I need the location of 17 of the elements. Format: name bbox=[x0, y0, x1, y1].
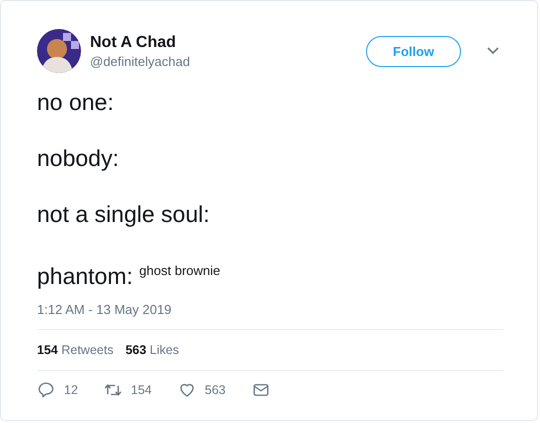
stat-link[interactable]: 563 Likes bbox=[125, 343, 179, 357]
tweet-text: phantom: $^{ghost brownie}$ bbox=[37, 262, 222, 291]
stat-link[interactable]: 154 Retweets bbox=[37, 343, 114, 357]
action-count: 563 bbox=[204, 383, 226, 397]
reply-icon[interactable] bbox=[37, 381, 55, 399]
timestamp[interactable]: 1:12 AM - 13 May 2019 bbox=[37, 302, 500, 317]
tweet-text: not a single soul: bbox=[37, 200, 211, 229]
envelope-icon[interactable] bbox=[252, 381, 270, 399]
avatar bbox=[37, 29, 81, 73]
chevron-down-icon[interactable] bbox=[486, 46, 500, 56]
author-name[interactable]: Not A Chad bbox=[90, 34, 357, 52]
author-handle[interactable]: @definitelyachad bbox=[90, 54, 357, 68]
heart-icon[interactable] bbox=[178, 381, 196, 399]
tweet-text: nobody: bbox=[37, 144, 120, 173]
tweet-text: no one: bbox=[37, 88, 115, 117]
action-count: 12 bbox=[64, 383, 78, 397]
action-count: 154 bbox=[130, 383, 152, 397]
